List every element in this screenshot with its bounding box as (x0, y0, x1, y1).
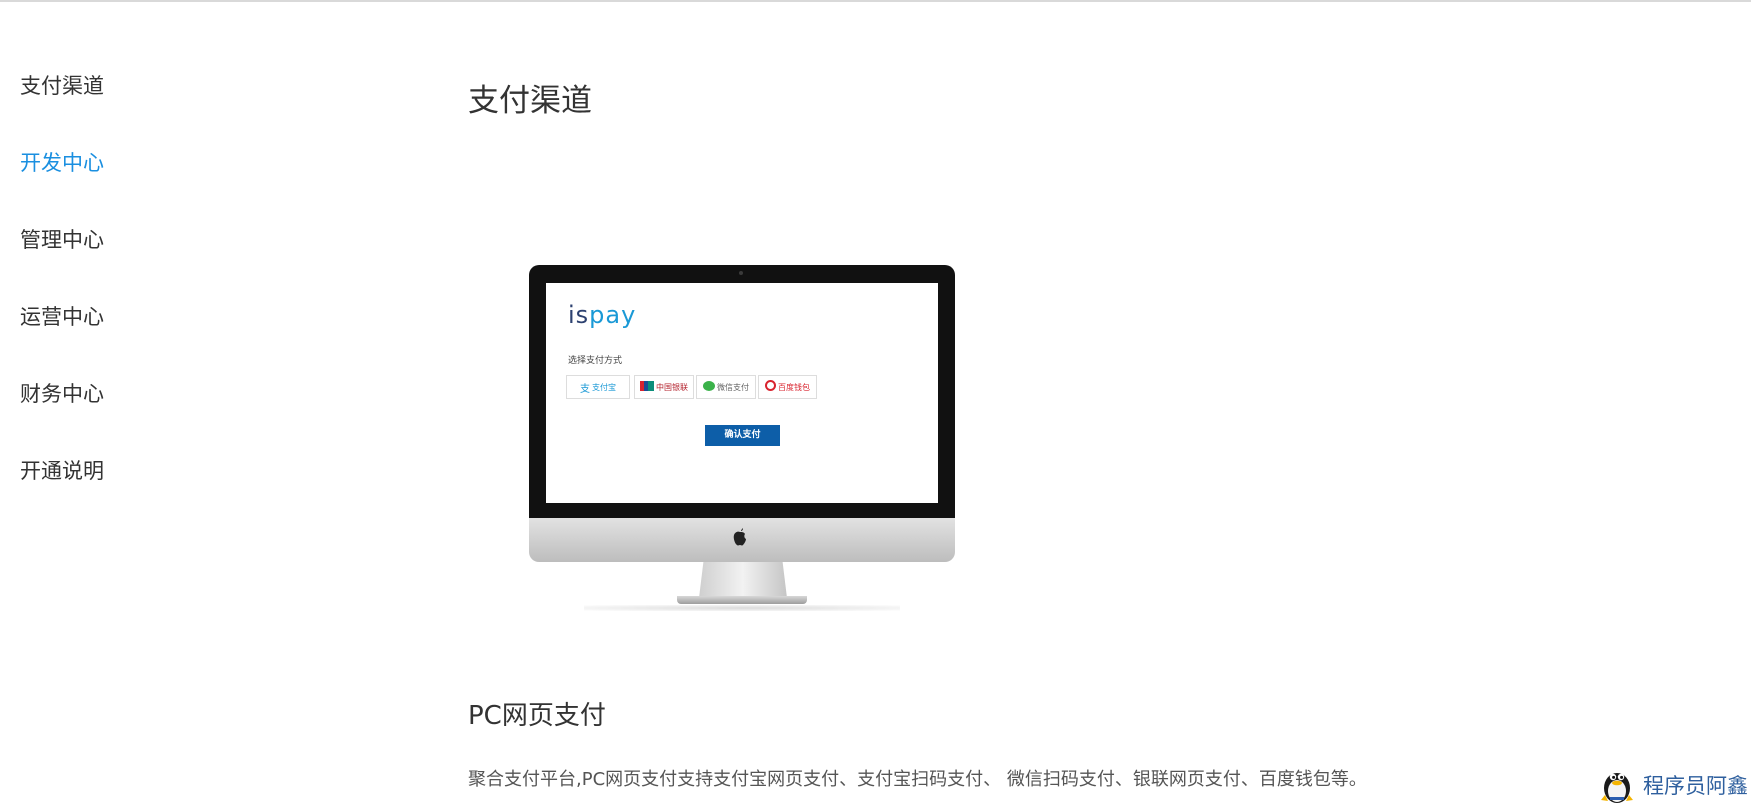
ispay-logo: ispay (568, 301, 636, 329)
method-label: 支付宝 (592, 382, 616, 392)
apple-logo-icon (732, 527, 748, 553)
method-label: 百度钱包 (778, 382, 810, 392)
choose-method-label: 选择支付方式 (568, 356, 623, 366)
method-alipay: 支 支付宝 (566, 375, 630, 399)
sidebar-nav: 支付渠道 开发中心 管理中心 运营中心 财务中心 开通说明 (20, 72, 104, 534)
confirm-pay-button: 确认支付 (705, 425, 780, 446)
top-divider (0, 0, 1751, 2)
sidebar-item-payment-channel[interactable]: 支付渠道 (20, 72, 104, 100)
sidebar-item-management-center[interactable]: 管理中心 (20, 226, 104, 254)
logo-part-pay: pay (589, 301, 637, 329)
baidu-wallet-icon (765, 380, 776, 394)
imac-screen: ispay 选择支付方式 支 支付宝 中国银联 微信支付 百度钱包 确认支付 (546, 283, 938, 503)
watermark-text: 程序员阿鑫 (1643, 774, 1748, 798)
method-wechat: 微信支付 (696, 375, 756, 399)
method-unionpay: 中国银联 (634, 375, 694, 399)
logo-part-is: is (568, 301, 590, 329)
imac-stand-foot (677, 596, 807, 604)
method-label: 中国银联 (656, 382, 688, 392)
penguin-icon (1599, 764, 1635, 804)
sidebar-item-dev-center[interactable]: 开发中心 (20, 149, 104, 177)
watermark: 程序员阿鑫 (1599, 764, 1748, 804)
unionpay-icon (640, 380, 654, 394)
imac-bezel: ispay 选择支付方式 支 支付宝 中国银联 微信支付 百度钱包 确认支付 (529, 265, 955, 518)
alipay-icon: 支 (580, 383, 590, 395)
imac-chin (529, 518, 955, 562)
imac-illustration: ispay 选择支付方式 支 支付宝 中国银联 微信支付 百度钱包 确认支付 (529, 265, 955, 611)
sidebar-item-activation-guide[interactable]: 开通说明 (20, 457, 104, 485)
wechat-icon (703, 380, 715, 394)
imac-shadow (584, 605, 900, 611)
method-label: 微信支付 (717, 382, 749, 392)
sidebar-item-finance-center[interactable]: 财务中心 (20, 380, 104, 408)
sidebar-item-operations-center[interactable]: 运营中心 (20, 303, 104, 331)
page-title: 支付渠道 (468, 83, 592, 119)
method-baidu-wallet: 百度钱包 (758, 375, 817, 399)
imac-stand-neck (699, 562, 787, 598)
section-title: PC网页支付 (468, 701, 606, 731)
camera-dot (739, 271, 743, 275)
section-description: 聚合支付平台,PC网页支付支持支付宝网页支付、支付宝扫码支付、 微信扫码支付、银… (468, 769, 1367, 790)
